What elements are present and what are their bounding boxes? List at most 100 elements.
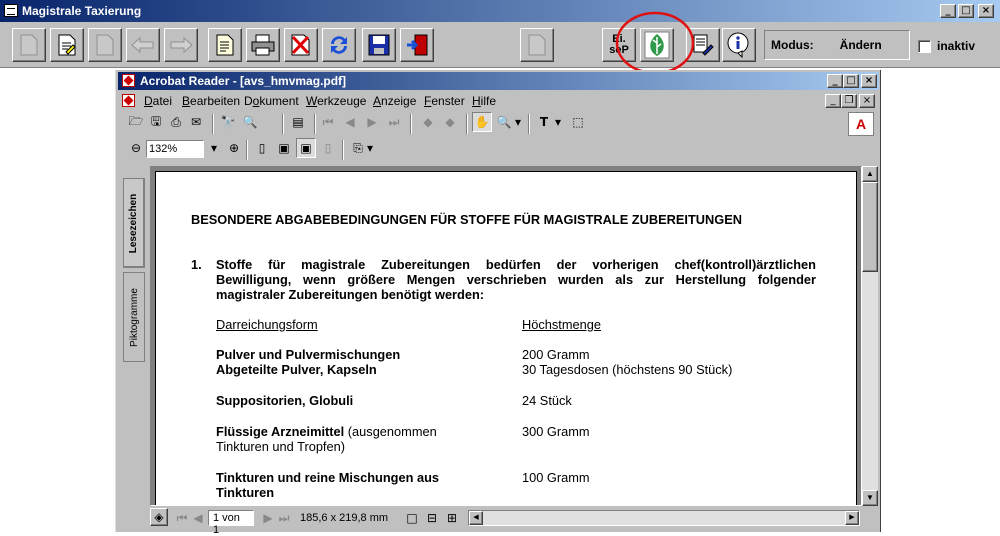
acrobat-titlebar: Acrobat Reader - [avs_hmvmag.pdf] _ □ × xyxy=(118,72,879,90)
rotate-dropdown-icon[interactable]: ▾ xyxy=(364,138,376,158)
next-page-icon[interactable]: ▶ xyxy=(362,112,382,132)
page-number-value: 1 von 1 xyxy=(213,512,240,536)
inaktiv-checkbox-box[interactable] xyxy=(918,39,931,53)
graphics-select-icon[interactable]: ⬚ xyxy=(568,112,588,132)
zoom-dropdown-icon[interactable]: ▾ xyxy=(512,112,524,132)
row-max: 30 Tagesdosen (höchstens 90 Stück) xyxy=(522,362,733,377)
acrobat-title: Acrobat Reader - [avs_hmvmag.pdf] xyxy=(140,74,347,88)
fit-page-icon[interactable]: ▣ xyxy=(274,138,294,158)
navigation-tabs: Lesezeichen Piktogramme xyxy=(120,168,148,504)
fit-visible-icon[interactable]: ▯ xyxy=(318,138,338,158)
previous-button[interactable] xyxy=(126,28,160,62)
zoom-field[interactable]: 132% xyxy=(146,140,204,158)
row-form: Abgeteilte Pulver, Kapseln xyxy=(216,362,377,377)
doc-minimize-button[interactable]: _ xyxy=(825,94,841,108)
print-button[interactable] xyxy=(246,28,280,62)
scroll-thumb[interactable] xyxy=(862,182,878,272)
prev-page-icon[interactable]: ◀ xyxy=(340,112,360,132)
maximize-button[interactable]: □ xyxy=(958,4,974,18)
acrobat-toolbar-1: 🗁 🖫 ⎙ ✉ 🔭 🔍 ▤ ⏮ ◀ ▶ ⏭ ◆ ◆ ✋ 🔍 ▾ T ▾ ⬚ A xyxy=(120,112,876,138)
search-icon[interactable]: 🔍 xyxy=(240,112,260,132)
column-header-form: Darreichungsform xyxy=(216,317,318,332)
next-button[interactable] xyxy=(164,28,198,62)
split-view-button[interactable]: ◈ xyxy=(150,508,168,526)
fit-width-icon[interactable]: ▣ xyxy=(296,138,316,158)
zoom-tool-icon[interactable]: 🔍 xyxy=(494,112,514,132)
save-button[interactable] xyxy=(362,28,396,62)
exit-button[interactable] xyxy=(400,28,434,62)
info-button[interactable] xyxy=(722,28,756,62)
refresh-button[interactable] xyxy=(322,28,356,62)
paragraph-line-3: magistraler Zubereitungen benötigt werde… xyxy=(216,287,485,302)
menu-dokument[interactable]: Dokument xyxy=(244,94,299,108)
find-icon[interactable]: 🔭 xyxy=(218,112,238,132)
close-button[interactable]: × xyxy=(978,4,994,18)
document-menu-icon[interactable] xyxy=(122,94,135,107)
new-button[interactable] xyxy=(12,28,46,62)
blank-action-button[interactable] xyxy=(520,28,554,62)
exit-door-icon xyxy=(407,34,428,56)
navigation-pane-icon[interactable]: ▤ xyxy=(288,112,308,132)
edit-document-button[interactable] xyxy=(50,28,84,62)
scroll-up-button[interactable]: ▲ xyxy=(862,166,878,182)
row-form: Flüssige Arzneimittel (ausgenommen xyxy=(216,424,437,439)
adobe-logo-icon[interactable]: A xyxy=(848,112,874,136)
scroll-right-button[interactable]: ▶ xyxy=(845,511,859,525)
continuous-layout-icon[interactable]: ⊟ xyxy=(422,508,442,528)
doc-restore-button[interactable]: ❐ xyxy=(841,94,857,108)
go-back-icon[interactable]: ◆ xyxy=(418,112,438,132)
text-select-dropdown-icon[interactable]: ▾ xyxy=(552,112,564,132)
app-system-menu-icon[interactable] xyxy=(4,4,18,17)
go-forward-icon[interactable]: ◆ xyxy=(440,112,460,132)
last-page-icon[interactable]: ⏭ xyxy=(384,112,404,132)
horizontal-scrollbar[interactable]: ◀ ▶ xyxy=(468,510,860,526)
acrobat-app-icon[interactable] xyxy=(122,74,135,87)
row-max: 200 Gramm xyxy=(522,347,590,362)
first-page-icon[interactable]: ⏮ xyxy=(318,112,338,132)
status-last-page-icon[interactable]: ⏭ xyxy=(274,508,294,528)
vertical-scrollbar[interactable]: ▲ ▼ xyxy=(862,166,878,506)
acrobat-menubar: Datei Bearbeiten Dokument Werkzeuge Anze… xyxy=(120,92,878,110)
single-page-layout-icon[interactable]: □ xyxy=(402,508,422,528)
row-form: Tinkturen und reine Mischungen aus xyxy=(216,470,440,485)
arrow-left-icon xyxy=(131,36,154,54)
inaktiv-checkbox[interactable]: inaktiv xyxy=(918,39,975,53)
menu-datei[interactable]: Datei xyxy=(144,94,172,108)
tab-piktogramme[interactable]: Piktogramme xyxy=(123,272,145,362)
save-icon[interactable]: 🖫 xyxy=(146,112,166,132)
zoom-out-icon[interactable]: ⊖ xyxy=(126,138,146,158)
row-max: 300 Gramm xyxy=(522,424,590,439)
app-title: Magistrale Taxierung xyxy=(22,4,142,18)
page-number-field[interactable]: 1 von 1 xyxy=(208,510,254,536)
hand-tool-icon[interactable]: ✋ xyxy=(472,112,492,132)
scroll-left-button[interactable]: ◀ xyxy=(469,511,483,525)
facing-layout-icon[interactable]: ⊞ xyxy=(442,508,462,528)
delete-button[interactable] xyxy=(284,28,318,62)
minimize-button[interactable]: _ xyxy=(940,4,956,18)
menu-anzeige[interactable]: Anzeige xyxy=(373,94,416,108)
print-icon[interactable]: ⎙ xyxy=(166,112,186,132)
acrobat-window: Acrobat Reader - [avs_hmvmag.pdf] _ □ × … xyxy=(115,70,881,536)
doc-close-button[interactable]: × xyxy=(859,94,875,108)
menu-fenster[interactable]: Fenster xyxy=(424,94,465,108)
menu-werkzeuge[interactable]: Werkzeuge xyxy=(306,94,366,108)
open-icon[interactable]: 🗁 xyxy=(126,112,146,132)
document-view[interactable]: BESONDERE ABGABEBEDINGUNGEN FÜR STOFFE F… xyxy=(150,166,862,506)
acrobat-maximize-button[interactable]: □ xyxy=(843,74,859,88)
copy-button[interactable] xyxy=(88,28,122,62)
menu-bearbeiten[interactable]: Bearbeiten xyxy=(182,94,240,108)
status-prev-page-icon[interactable]: ◀ xyxy=(188,508,208,528)
menu-hilfe[interactable]: Hilfe xyxy=(472,94,496,108)
actual-size-icon[interactable]: ▯ xyxy=(252,138,272,158)
acrobat-minimize-button[interactable]: _ xyxy=(827,74,843,88)
email-icon[interactable]: ✉ xyxy=(186,112,206,132)
text-select-icon[interactable]: T xyxy=(534,112,554,132)
paragraph-line-2: Bewilligung, wenn größere Mengen verschr… xyxy=(216,272,816,287)
document-button[interactable] xyxy=(208,28,242,62)
zoom-in-icon[interactable]: ⊕ xyxy=(224,138,244,158)
acrobat-close-button[interactable]: × xyxy=(861,74,877,88)
modus-value: Ändern xyxy=(839,38,882,52)
zoom-field-dropdown-icon[interactable]: ▾ xyxy=(204,138,224,158)
tab-lesezeichen[interactable]: Lesezeichen xyxy=(123,178,145,268)
scroll-down-button[interactable]: ▼ xyxy=(862,490,878,506)
